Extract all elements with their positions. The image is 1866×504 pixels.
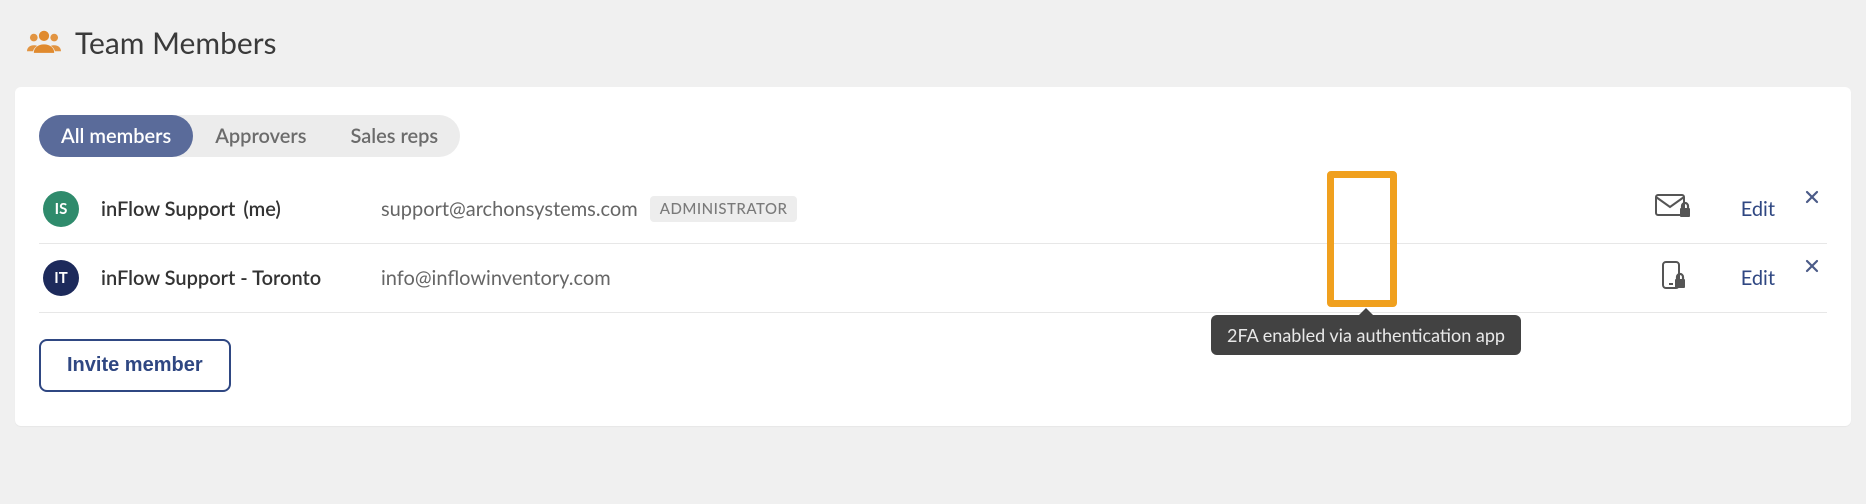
member-name: inFlow Support (101, 197, 235, 221)
edit-button[interactable]: Edit (1741, 197, 1775, 221)
mfa-icon-wrap (1645, 194, 1701, 224)
member-email: info@inflowinventory.com (381, 266, 611, 290)
member-email: support@archonsystems.com (381, 197, 638, 221)
member-row: IS inFlow Support (me) support@archonsys… (39, 175, 1827, 244)
filter-tabs: All members Approvers Sales reps (39, 115, 460, 157)
remove-button[interactable] (1805, 258, 1819, 277)
team-members-panel: All members Approvers Sales reps 2FA ena… (15, 87, 1851, 426)
page-title: Team Members (75, 25, 277, 61)
tab-all-members[interactable]: All members (39, 115, 193, 157)
tooltip-2fa-app: 2FA enabled via authentication app (1211, 315, 1521, 355)
tab-sales-reps[interactable]: Sales reps (328, 115, 460, 157)
avatar: IT (43, 260, 79, 296)
member-row: IT inFlow Support - Toronto info@inflowi… (39, 244, 1827, 313)
me-label: (me) (243, 197, 281, 221)
edit-button[interactable]: Edit (1741, 266, 1775, 290)
page-header: Team Members (15, 15, 1851, 87)
member-name-cell: inFlow Support - Toronto (101, 266, 381, 290)
avatar: IS (43, 191, 79, 227)
member-name: inFlow Support - Toronto (101, 266, 321, 290)
remove-button[interactable] (1805, 189, 1819, 208)
member-name-cell: inFlow Support (me) (101, 197, 381, 221)
invite-member-button[interactable]: Invite member (39, 339, 231, 392)
role-badge: ADMINISTRATOR (650, 196, 798, 222)
users-icon (27, 28, 61, 58)
mail-lock-icon[interactable] (1655, 194, 1691, 224)
mfa-icon-wrap (1645, 261, 1701, 295)
phone-lock-icon[interactable] (1658, 261, 1688, 295)
tab-approvers[interactable]: Approvers (193, 115, 328, 157)
members-list: 2FA enabled via authentication app IS in… (39, 175, 1827, 313)
